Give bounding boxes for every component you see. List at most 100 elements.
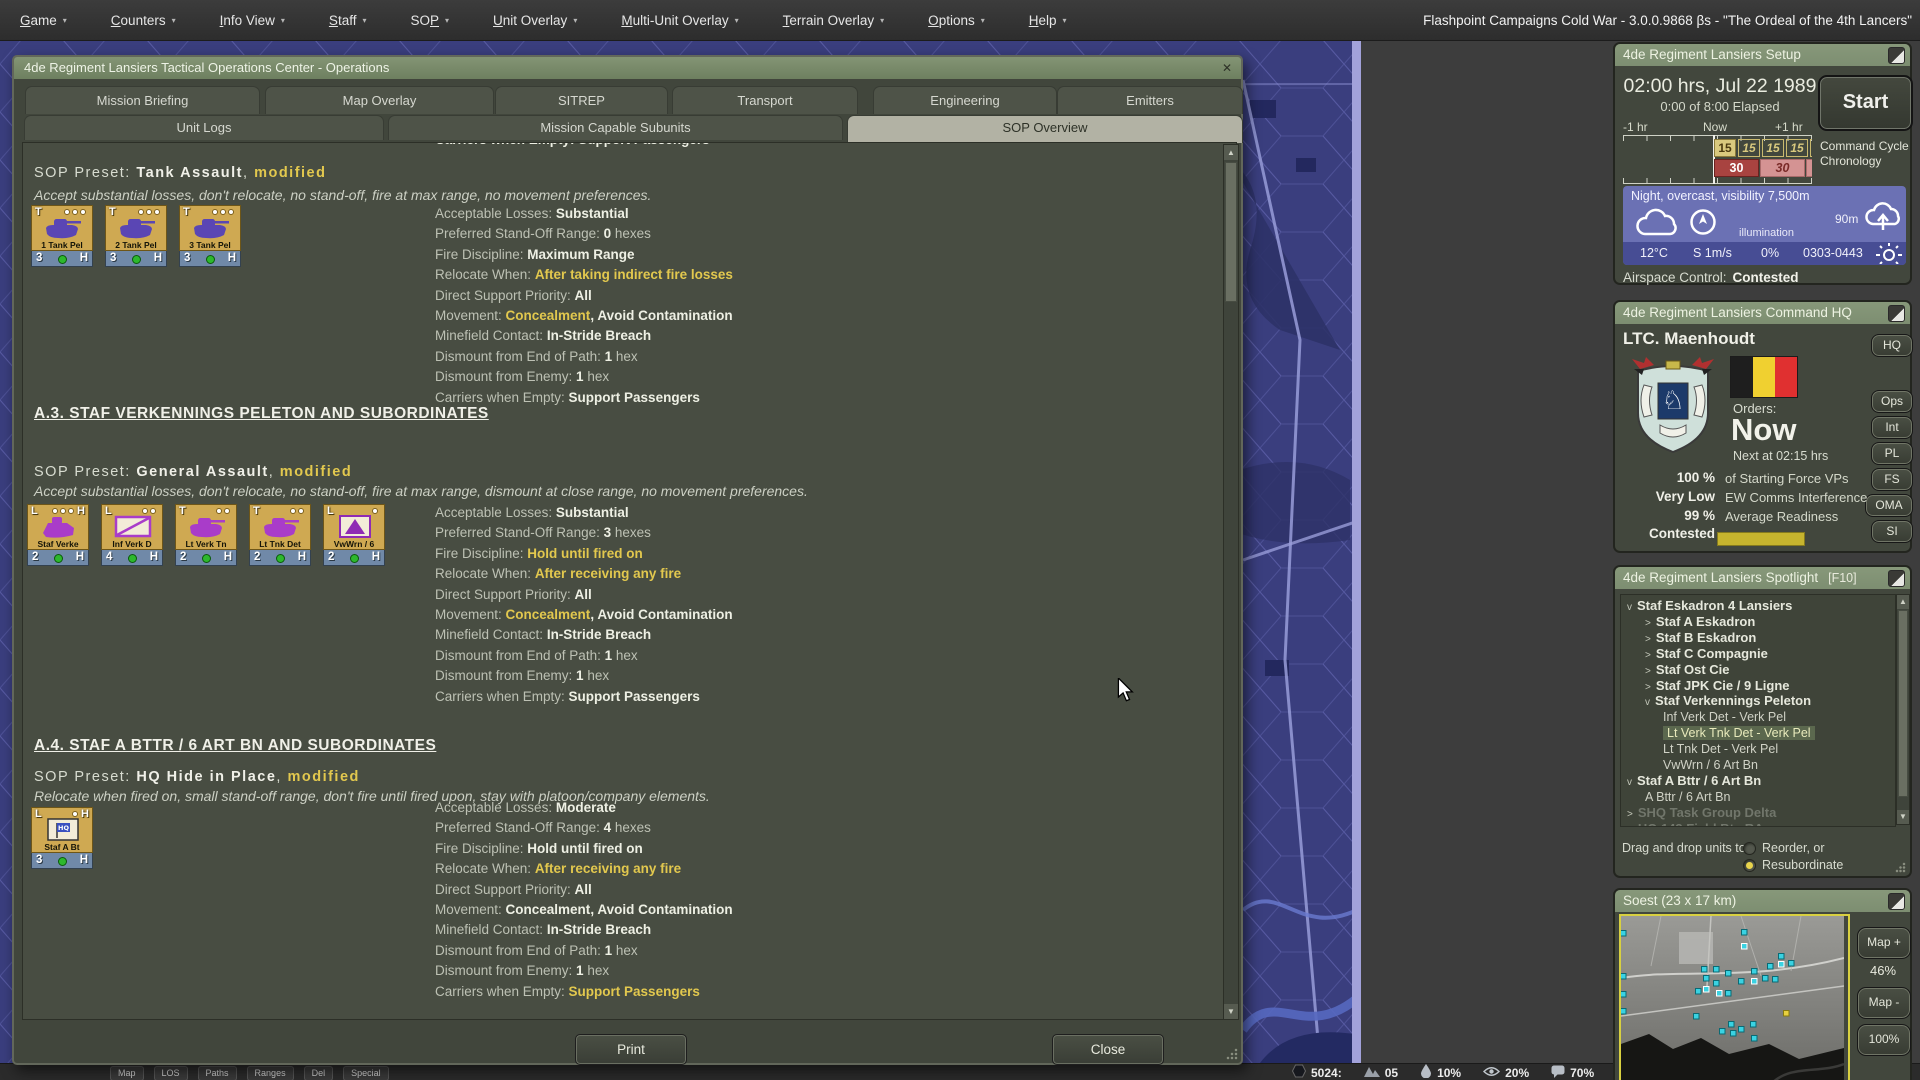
menu-unit-overlay[interactable]: Unit Overlay▾ <box>493 13 577 28</box>
chevron-collapsed-icon[interactable]: > <box>1645 650 1651 661</box>
statusbar-map-button[interactable]: Map <box>110 1066 144 1080</box>
scroll-down-icon[interactable]: ▼ <box>1224 1004 1238 1019</box>
menu-game[interactable]: Game▾ <box>20 13 67 28</box>
chevron-expanded-icon[interactable]: v <box>1645 697 1650 708</box>
tab-sop-overview[interactable]: SOP Overview <box>847 115 1243 143</box>
scroll-down-icon[interactable]: ▼ <box>1897 810 1909 824</box>
panel-popout-icon[interactable] <box>1888 305 1905 322</box>
menu-counters[interactable]: Counters▾ <box>111 13 176 28</box>
unit-counter-vwwrn-6[interactable]: LVwWrn / 62H <box>323 504 385 566</box>
start-button[interactable]: Start <box>1818 75 1913 131</box>
panel-popout-icon[interactable] <box>1888 47 1905 64</box>
unit-counter-lt-tnk-det[interactable]: TLt Tnk Det2H <box>249 504 311 566</box>
reorder-option[interactable]: Reorder, or <box>1743 841 1825 855</box>
content-scrollbar[interactable]: ▲ ▼ <box>1223 144 1239 1020</box>
unit-marker <box>1720 1029 1726 1035</box>
menu-info-view[interactable]: Info View▾ <box>220 13 285 28</box>
menu-staff[interactable]: Staff▾ <box>329 13 367 28</box>
tree-scrollbar[interactable]: ▲ ▼ <box>1896 594 1910 825</box>
menu-sop[interactable]: SOP▾ <box>410 13 449 28</box>
tab-emitters[interactable]: Emitters <box>1057 86 1243 114</box>
panel-resize-grip[interactable] <box>1894 861 1907 874</box>
sop-attribute-dismount-from-end-of-path: Dismount from End of Path: 1 hex <box>435 649 733 663</box>
hq-ops-button[interactable]: Ops <box>1871 390 1913 413</box>
tree-item-staf-b-eskadron[interactable]: >Staf B Eskadron <box>1645 630 1756 646</box>
chevron-collapsed-icon[interactable]: > <box>1627 825 1633 827</box>
panel-popout-icon[interactable] <box>1888 893 1905 910</box>
resubordinate-option[interactable]: Resubordinate <box>1743 858 1843 872</box>
tree-item-a-bttr-6-art-bn[interactable]: A Bttr / 6 Art Bn <box>1645 789 1730 805</box>
menu-options[interactable]: Options▾ <box>928 13 985 28</box>
tab-transport[interactable]: Transport <box>672 86 858 114</box>
tree-item-shq-task-group-delta[interactable]: >SHQ Task Group Delta <box>1627 805 1776 821</box>
chevron-collapsed-icon[interactable]: > <box>1627 809 1633 820</box>
hq-fs-button[interactable]: FS <box>1871 468 1913 491</box>
map-zoom-in-button[interactable]: Map + <box>1857 927 1911 959</box>
map-zoom-out-button[interactable]: Map - <box>1857 987 1911 1019</box>
dialog-resize-grip[interactable] <box>1225 1047 1239 1061</box>
tab-mission-briefing[interactable]: Mission Briefing <box>25 86 260 114</box>
tree-item-vwwrn-6-art-bn[interactable]: VwWrn / 6 Art Bn <box>1663 757 1758 773</box>
tree-item-staf-c-compagnie[interactable]: >Staf C Compagnie <box>1645 646 1768 662</box>
tree-item-staf-ost-cie[interactable]: >Staf Ost Cie <box>1645 662 1730 678</box>
hq-int-button[interactable]: Int <box>1871 416 1913 439</box>
tree-item-lt-tnk-det-verk-pel[interactable]: Lt Tnk Det - Verk Pel <box>1663 741 1778 757</box>
reorder-radio[interactable] <box>1743 842 1756 855</box>
chevron-collapsed-icon[interactable]: > <box>1645 666 1651 677</box>
hq-hq-button[interactable]: HQ <box>1871 334 1913 357</box>
unit-counter-2-tank-pel[interactable]: T2 Tank Pel3H <box>105 205 167 267</box>
chevron-collapsed-icon[interactable]: > <box>1645 634 1651 645</box>
unit-counter-lt-verk-tn[interactable]: TLt Verk Tn2H <box>175 504 237 566</box>
tree-item-inf-verk-det-verk-pel[interactable]: Inf Verk Det - Verk Pel <box>1663 709 1786 725</box>
map-zoom-full-button[interactable]: 100% <box>1857 1024 1911 1056</box>
tree-item-staf-a-bttr-6-art-bn[interactable]: vStaf A Bttr / 6 Art Bn <box>1627 773 1761 789</box>
scroll-up-icon[interactable]: ▲ <box>1897 595 1909 609</box>
tree-item-lt-verk-tnk-det-verk-pel[interactable]: Lt Verk Tnk Det - Verk Pel <box>1663 725 1815 741</box>
tree-item-staf-eskadron-4-lansiers[interactable]: vStaf Eskadron 4 Lansiers <box>1627 598 1792 614</box>
print-button[interactable]: Print <box>575 1034 687 1065</box>
tree-item-staf-a-eskadron[interactable]: >Staf A Eskadron <box>1645 614 1755 630</box>
resubordinate-radio[interactable] <box>1743 859 1756 872</box>
minimap-thumbnail[interactable] <box>1619 914 1850 1080</box>
hq-pl-button[interactable]: PL <box>1871 442 1913 465</box>
chevron-collapsed-icon[interactable]: > <box>1645 618 1651 629</box>
tab-mission-capable-subunits[interactable]: Mission Capable Subunits <box>388 115 843 140</box>
scroll-up-icon[interactable]: ▲ <box>1224 145 1238 160</box>
unit-counter-3-tank-pel[interactable]: T3 Tank Pel3H <box>179 205 241 267</box>
counter-state: H <box>76 551 84 563</box>
unit-counter-staf-a-bt[interactable]: LHHQStaf A Bt3H <box>31 807 93 869</box>
airspace-label: Airspace Control: <box>1623 270 1727 285</box>
scroll-thumb[interactable] <box>1898 610 1908 797</box>
tree-item-label: VwWrn / 6 Art Bn <box>1663 758 1758 772</box>
unit-counter-1-tank-pel[interactable]: T1 Tank Pel3H <box>31 205 93 267</box>
menu-multi-unit-overlay[interactable]: Multi-Unit Overlay▾ <box>621 13 738 28</box>
statusbar-paths-button[interactable]: Paths <box>198 1066 237 1080</box>
scroll-thumb[interactable] <box>1225 162 1237 302</box>
statusbar-special-button[interactable]: Special <box>343 1066 389 1080</box>
attr-label: Dismount from Enemy: <box>435 668 576 683</box>
unit-marker <box>1739 1027 1745 1033</box>
tree-item-staf-jpk-cie-9-ligne[interactable]: >Staf JPK Cie / 9 Ligne <box>1645 678 1790 694</box>
tab-sitrep[interactable]: SITREP <box>495 86 668 114</box>
chevron-expanded-icon[interactable]: v <box>1627 777 1632 788</box>
chevron-expanded-icon[interactable]: v <box>1627 602 1632 613</box>
hq-si-button[interactable]: SI <box>1871 520 1913 543</box>
unit-counter-staf-verke[interactable]: LHStaf Verke2H <box>27 504 89 566</box>
close-icon[interactable]: ✕ <box>1219 60 1235 76</box>
tab-unit-logs[interactable]: Unit Logs <box>24 115 384 140</box>
menu-terrain-overlay[interactable]: Terrain Overlay▾ <box>783 13 885 28</box>
tree-item-hq-143-field-bty-ra[interactable]: >HQ 143 Field Bty RA <box>1627 821 1764 827</box>
hq-oma-button[interactable]: OMA <box>1865 494 1913 517</box>
statusbar-ranges-button[interactable]: Ranges <box>247 1066 294 1080</box>
statusbar-del-button[interactable]: Del <box>304 1066 334 1080</box>
tab-engineering[interactable]: Engineering <box>873 86 1057 114</box>
statusbar-los-button[interactable]: LOS <box>154 1066 188 1080</box>
spotlight-panel-title: 4de Regiment Lansiers Spotlight <box>1623 570 1818 585</box>
close-button[interactable]: Close <box>1052 1034 1164 1065</box>
tree-item-staf-verkennings-peleton[interactable]: vStaf Verkennings Peleton <box>1645 693 1811 709</box>
tab-map-overlay[interactable]: Map Overlay <box>265 86 494 114</box>
panel-popout-icon[interactable] <box>1888 570 1905 587</box>
menu-help[interactable]: Help▾ <box>1029 13 1067 28</box>
unit-counter-inf-verk-d[interactable]: LInf Verk D4H <box>101 504 163 566</box>
chevron-collapsed-icon[interactable]: > <box>1645 682 1651 693</box>
